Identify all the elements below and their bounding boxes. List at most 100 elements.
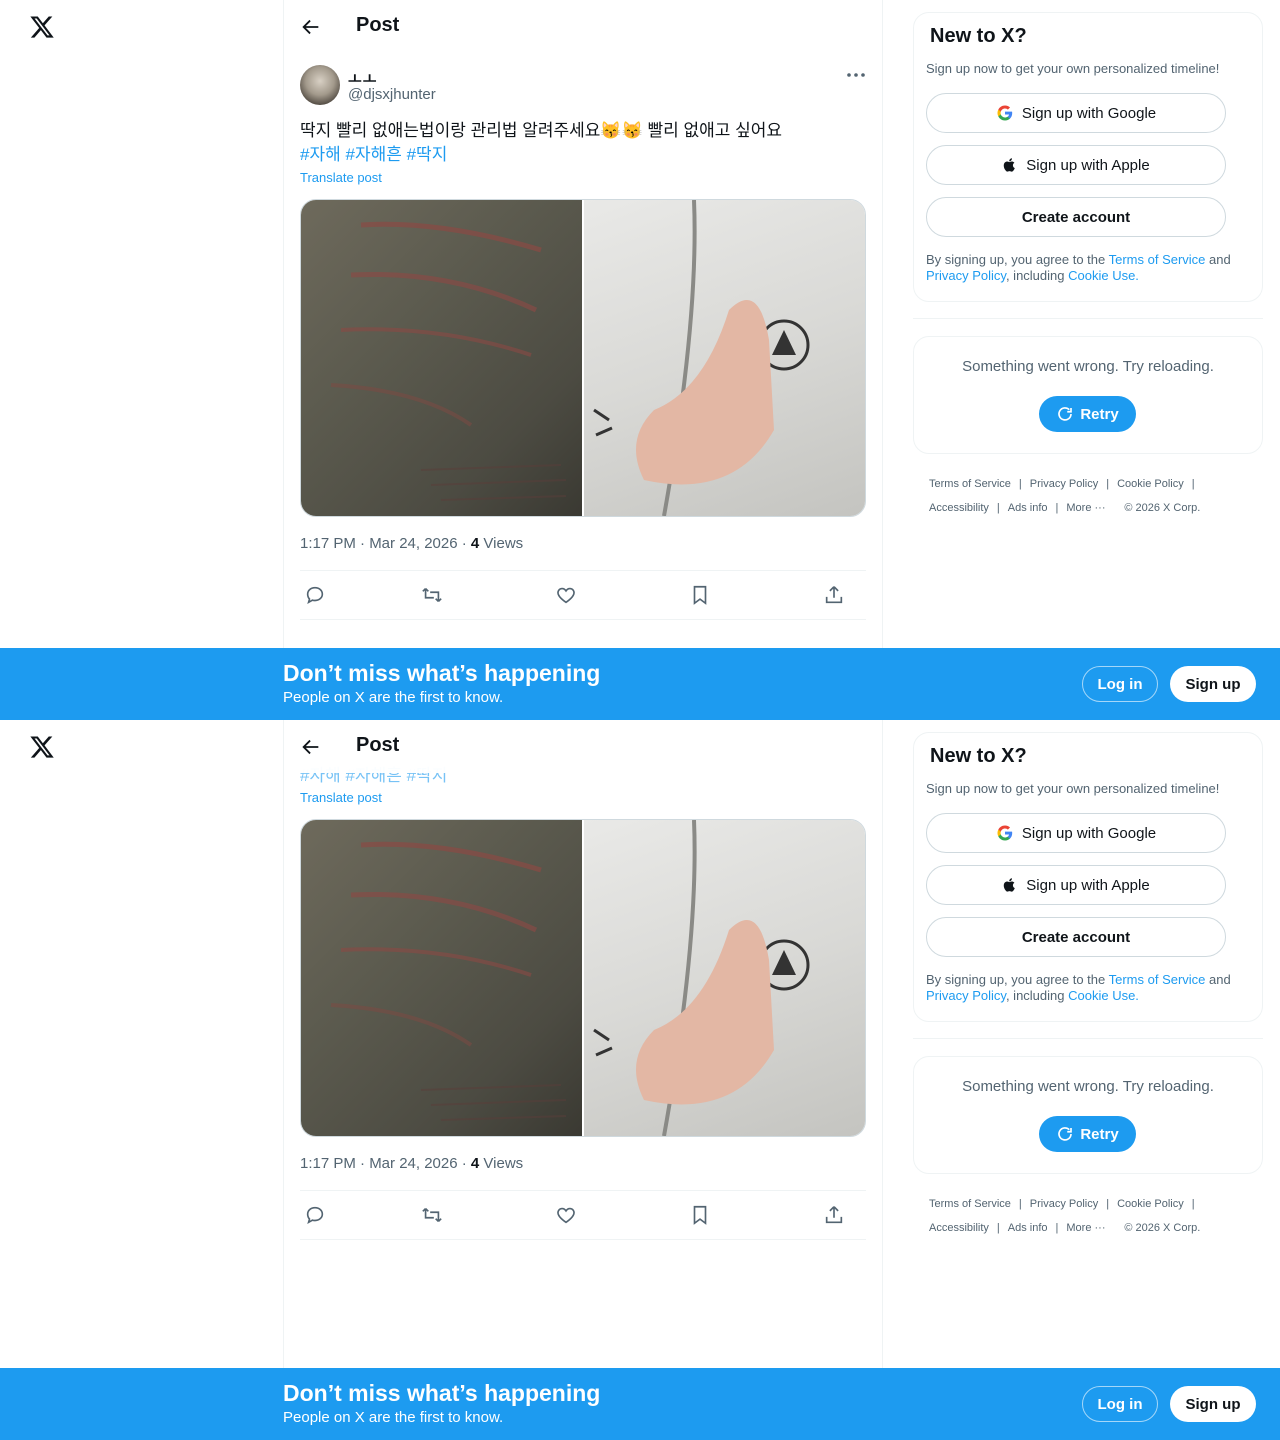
post-timestamp[interactable]: 1:17 PM · Mar 24, 2026 · — [300, 535, 471, 552]
privacy-link[interactable]: Privacy Policy — [926, 268, 1006, 283]
error-card: Something went wrong. Try reloading. Ret… — [913, 336, 1263, 454]
viewport-frame-top: ㅗㅗ @djsxjhunter 딱지 빨리 없애는법이랑 관리법 알려주세요😽😽… — [0, 0, 1280, 720]
bookmark-icon[interactable] — [689, 1204, 711, 1226]
post-text: 딱지 빨리 없애는법이랑 관리법 알려주세요😽😽 빨리 없애고 싶어요 #자해 … — [300, 119, 860, 167]
signup-google-label: Sign up with Google — [1021, 104, 1157, 122]
signup-button[interactable]: Sign up — [1170, 1386, 1256, 1422]
media-image-left-graphic — [330, 841, 567, 1121]
retry-button[interactable]: Retry — [1039, 1116, 1136, 1152]
like-icon[interactable] — [555, 584, 577, 606]
footer-link-more[interactable]: More ··· — [1066, 496, 1105, 520]
footer-separator: | — [1106, 1198, 1110, 1210]
banner-title: Don’t miss what’s happening — [283, 660, 601, 686]
footer-link-ads[interactable]: Ads info — [1008, 496, 1048, 520]
media-image-left[interactable] — [301, 820, 582, 1136]
media-image-right[interactable] — [584, 200, 865, 516]
hashtag-link[interactable]: #자해흔 — [345, 145, 401, 164]
legal-text: By signing up, you agree to the — [926, 972, 1109, 987]
footer-link-terms[interactable]: Terms of Service — [929, 1192, 1011, 1216]
tos-link[interactable]: Terms of Service — [1109, 972, 1206, 987]
signup-button[interactable]: Sign up — [1170, 666, 1256, 702]
footer-separator: | — [1055, 502, 1059, 514]
views-label: Views — [479, 535, 524, 552]
more-options-icon[interactable] — [844, 66, 868, 84]
signup-google-button[interactable]: Sign up with Google — [926, 813, 1226, 853]
media-image-right-graphic — [593, 200, 810, 516]
media-image-right[interactable] — [584, 820, 865, 1136]
reply-icon[interactable] — [304, 584, 326, 606]
footer-link-accessibility[interactable]: Accessibility — [929, 496, 989, 520]
footer-link-terms[interactable]: Terms of Service — [929, 472, 1011, 496]
signup-google-label: Sign up with Google — [1021, 824, 1157, 842]
signup-apple-label: Sign up with Apple — [1026, 156, 1150, 174]
back-arrow-icon[interactable] — [300, 16, 322, 38]
translate-post-link[interactable]: Translate post — [300, 170, 382, 185]
footer-separator: | — [1055, 1222, 1059, 1234]
banner-subtitle: People on X are the first to know. — [283, 1409, 504, 1426]
signup-google-button[interactable]: Sign up with Google — [926, 93, 1226, 133]
post-media[interactable] — [300, 199, 866, 517]
footer-link-ads[interactable]: Ads info — [1008, 1216, 1048, 1240]
hashtag-link[interactable]: #자해 — [300, 145, 341, 164]
media-image-left[interactable] — [301, 200, 582, 516]
repost-icon[interactable] — [421, 1204, 443, 1226]
post-header: Post — [284, 720, 882, 773]
signup-apple-button[interactable]: Sign up with Apple — [926, 145, 1226, 185]
create-account-button[interactable]: Create account — [926, 197, 1226, 237]
signup-legal: By signing up, you agree to the Terms of… — [926, 252, 1252, 284]
x-logo-icon[interactable] — [29, 14, 55, 40]
refresh-icon — [1058, 407, 1073, 421]
footer-link-cookie[interactable]: Cookie Policy — [1117, 472, 1184, 496]
privacy-link[interactable]: Privacy Policy — [926, 988, 1006, 1003]
view-count: 4 — [470, 1155, 480, 1172]
footer-separator: | — [1106, 478, 1110, 490]
post-timestamp[interactable]: 1:17 PM · Mar 24, 2026 · — [300, 1155, 471, 1172]
footer-link-privacy[interactable]: Privacy Policy — [1030, 1192, 1098, 1216]
avatar[interactable] — [300, 65, 340, 105]
cookie-link[interactable]: Cookie Use. — [1068, 268, 1139, 283]
signup-card: New to X? Sign up now to get your own pe… — [913, 732, 1263, 1022]
create-account-button[interactable]: Create account — [926, 917, 1226, 957]
login-button[interactable]: Log in — [1082, 666, 1158, 702]
google-icon — [997, 105, 1013, 121]
action-bar — [300, 570, 866, 620]
legal-text: and — [1205, 252, 1231, 267]
media-image-right-graphic — [593, 820, 810, 1136]
footer-link-more[interactable]: More ··· — [1066, 1216, 1105, 1240]
legal-text: and — [1205, 972, 1231, 987]
hashtag-link[interactable]: #딱지 — [407, 145, 448, 164]
like-icon[interactable] — [555, 1204, 577, 1226]
reply-icon[interactable] — [304, 1204, 326, 1226]
footer-separator: | — [996, 502, 1000, 514]
signup-card: New to X? Sign up now to get your own pe… — [913, 12, 1263, 302]
refresh-icon — [1058, 1127, 1073, 1141]
share-icon[interactable] — [823, 1204, 845, 1226]
post-media[interactable] — [300, 819, 866, 1137]
x-logo-icon[interactable] — [29, 734, 55, 760]
repost-icon[interactable] — [421, 584, 443, 606]
footer-link-cookie[interactable]: Cookie Policy — [1117, 1192, 1184, 1216]
signup-title: New to X? — [930, 25, 1027, 47]
primary-column: #자해 #자해흔 #딱지 Translate post 1:17 PM · Ma… — [283, 720, 883, 1440]
share-icon[interactable] — [823, 584, 845, 606]
cookie-link[interactable]: Cookie Use. — [1068, 988, 1139, 1003]
signup-legal: By signing up, you agree to the Terms of… — [926, 972, 1252, 1004]
footer-link-privacy[interactable]: Privacy Policy — [1030, 472, 1098, 496]
footer-separator: | — [996, 1222, 1000, 1234]
back-arrow-icon[interactable] — [300, 736, 322, 758]
bookmark-icon[interactable] — [689, 584, 711, 606]
view-count: 4 — [470, 535, 480, 552]
divider — [913, 318, 1263, 319]
signup-apple-button[interactable]: Sign up with Apple — [926, 865, 1226, 905]
footer-links: Terms of Service | Privacy Policy | Cookie P… — [929, 472, 1249, 520]
banner-title: Don’t miss what’s happening — [283, 1380, 601, 1406]
tos-link[interactable]: Terms of Service — [1109, 252, 1206, 267]
banner-subtitle: People on X are the first to know. — [283, 689, 504, 706]
author-handle[interactable]: @djsxjhunter — [348, 86, 436, 103]
post-meta: 1:17 PM · Mar 24, 2026 · 4 Views — [300, 1155, 523, 1172]
translate-post-link[interactable]: Translate post — [300, 790, 382, 805]
footer-copyright: © 2026 X Corp. — [1124, 1222, 1201, 1234]
retry-button[interactable]: Retry — [1039, 396, 1136, 432]
login-button[interactable]: Log in — [1082, 1386, 1158, 1422]
footer-link-accessibility[interactable]: Accessibility — [929, 1216, 989, 1240]
